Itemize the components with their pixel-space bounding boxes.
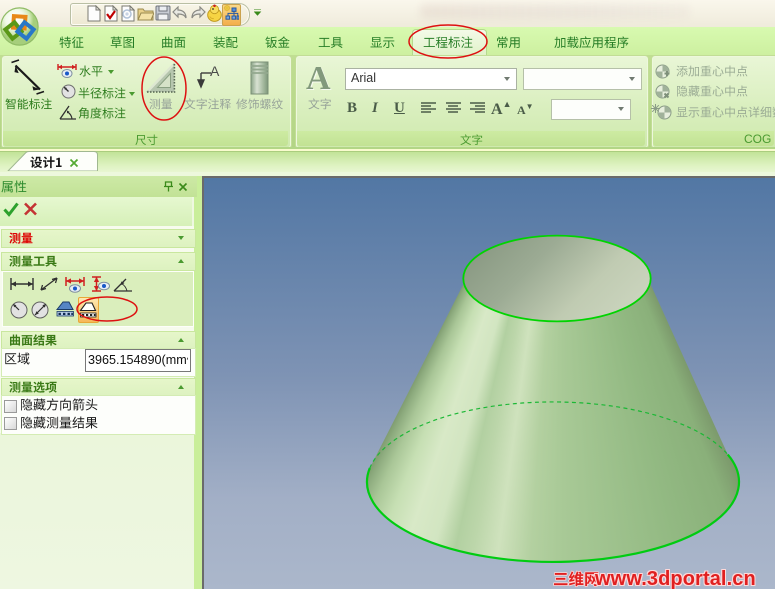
svg-text:A: A [306, 62, 331, 94]
svg-text:A: A [210, 63, 220, 79]
